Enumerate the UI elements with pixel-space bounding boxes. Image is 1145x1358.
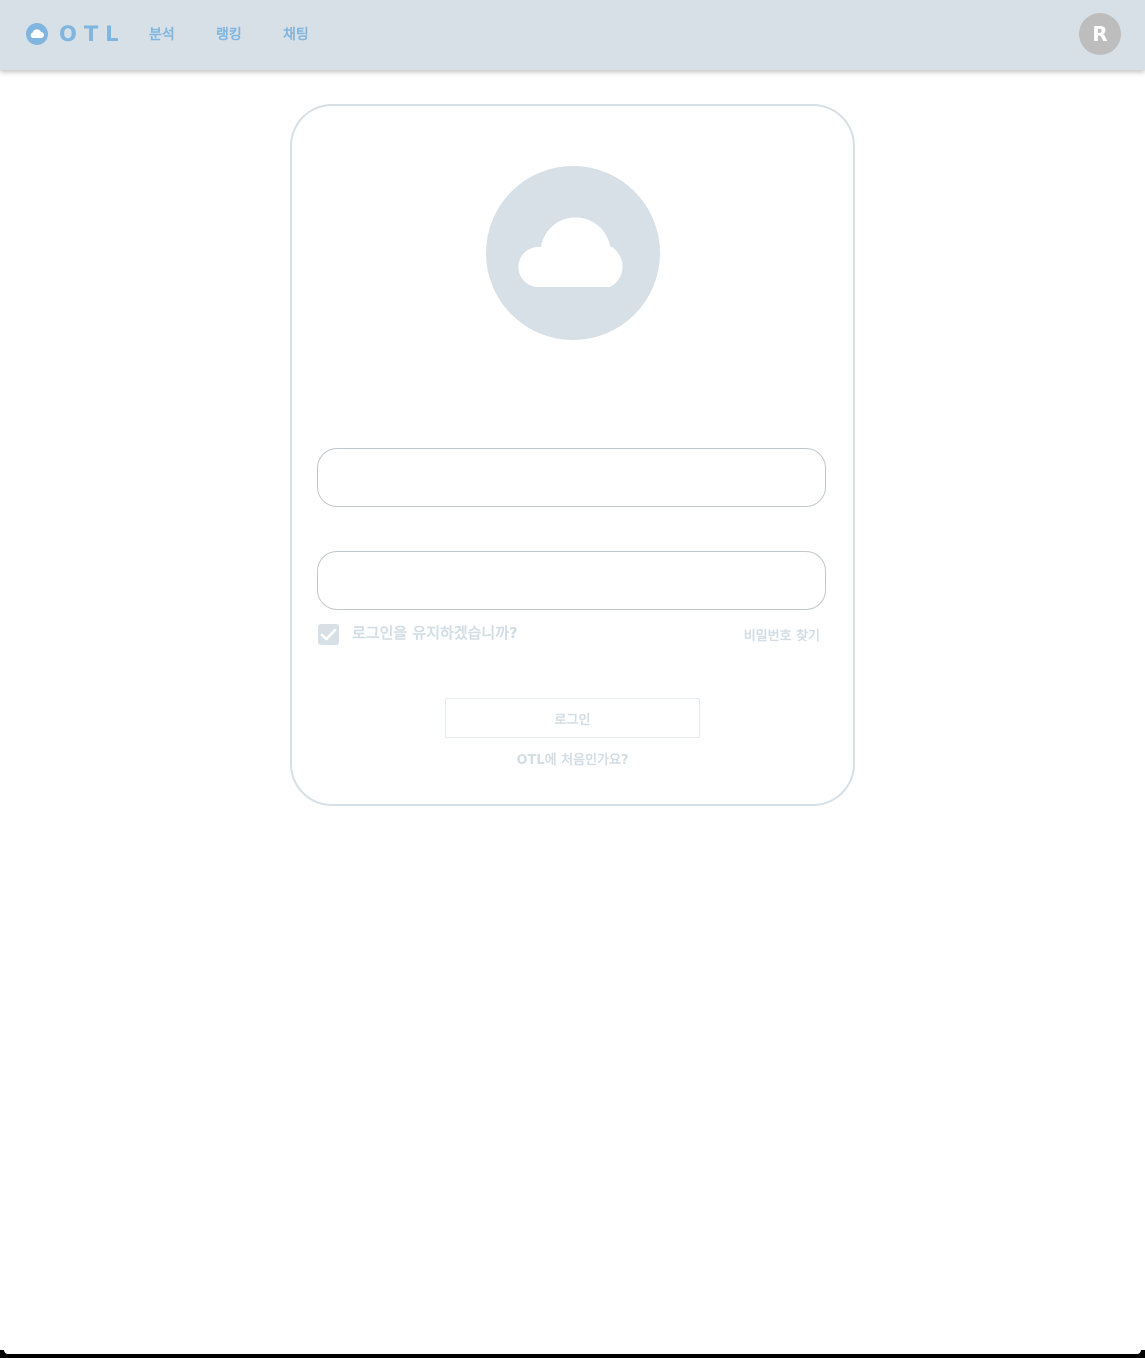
logo-text: OTL xyxy=(59,22,126,46)
top-navbar: OTL 분석 랭킹 채팅 R xyxy=(0,0,1145,70)
avatar[interactable]: R xyxy=(1079,13,1121,55)
cloud-icon xyxy=(26,23,48,45)
login-button[interactable]: 로그인 xyxy=(445,698,700,738)
cloud-icon xyxy=(518,217,623,287)
window-bottom-edge xyxy=(0,1350,1145,1358)
hero-cloud-avatar xyxy=(486,166,660,340)
window-bottom-edge-inner xyxy=(4,1350,1141,1354)
remember-me-label: 로그인을 유지하겠습니까? xyxy=(352,624,518,642)
logo[interactable]: OTL xyxy=(26,22,126,46)
login-card: 로그인을 유지하겠습니까? 비밀번호 찾기 로그인 OTL에 처음인가요? xyxy=(290,104,855,806)
nav-link-analysis[interactable]: 분석 xyxy=(149,24,175,44)
nav-link-chat[interactable]: 채팅 xyxy=(283,24,309,44)
find-password-link[interactable]: 비밀번호 찾기 xyxy=(744,625,820,644)
password-input[interactable] xyxy=(317,551,826,610)
remember-me-checkbox[interactable] xyxy=(318,624,339,645)
check-icon xyxy=(320,628,337,641)
nav-link-ranking[interactable]: 랭킹 xyxy=(216,24,242,44)
signup-link[interactable]: OTL에 처음인가요? xyxy=(292,749,853,768)
username-input[interactable] xyxy=(317,448,826,507)
